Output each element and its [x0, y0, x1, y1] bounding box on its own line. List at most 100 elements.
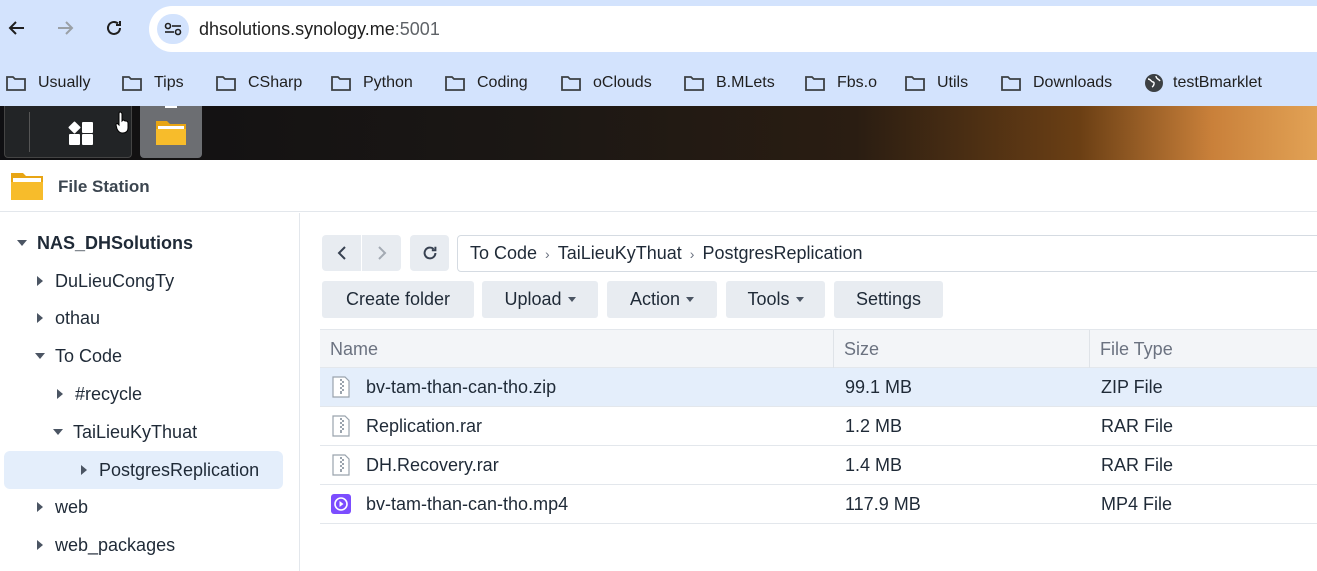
- table-row[interactable]: bv-tam-than-can-tho.mp4 117.9 MB MP4 Fil…: [320, 485, 1317, 524]
- caret-down-icon[interactable]: [34, 350, 46, 362]
- file-list-panel: To Code › TaiLieuKyThuat › PostgresRepli…: [301, 213, 1317, 571]
- arrow-right-icon: [58, 21, 74, 35]
- path-segment[interactable]: To Code: [470, 243, 537, 264]
- bookmark-python[interactable]: Python: [331, 69, 413, 97]
- tree-label: othau: [55, 307, 101, 328]
- tree-item-othau[interactable]: othau: [34, 299, 100, 337]
- globe-icon: [1145, 74, 1163, 92]
- folder-icon: [905, 76, 925, 91]
- chevron-right-icon: ›: [545, 245, 550, 262]
- upload-button[interactable]: Upload: [482, 281, 598, 318]
- tree-label: PostgresReplication: [99, 459, 260, 480]
- file-type: ZIP File: [1101, 376, 1163, 397]
- path-segment[interactable]: TaiLieuKyThuat: [558, 243, 682, 264]
- tree-label: web: [55, 496, 89, 517]
- column-header-name[interactable]: Name: [320, 330, 833, 368]
- forward-nav-button[interactable]: [362, 235, 401, 271]
- tree-item-dulieucongty[interactable]: DuLieuCongTy: [34, 262, 174, 300]
- chevron-right-icon: ›: [689, 245, 695, 262]
- main-menu-button[interactable]: [4, 106, 132, 158]
- reload-button[interactable]: [98, 12, 130, 44]
- file-name[interactable]: bv-tam-than-can-tho.zip: [366, 368, 556, 406]
- bookmark-label: Downloads: [1033, 74, 1113, 91]
- taskbar-file-station[interactable]: [140, 106, 202, 158]
- file-name[interactable]: DH.Recovery.rar: [366, 446, 499, 484]
- path-segment[interactable]: PostgresReplication: [702, 243, 862, 264]
- pointer-cursor-icon: [115, 111, 129, 134]
- button-label: Tools: [747, 289, 790, 309]
- bookmark-tips[interactable]: Tips: [122, 69, 184, 97]
- tree-label: TaiLieuKyThuat: [73, 421, 198, 442]
- active-indicator: [165, 106, 177, 108]
- caret-right-icon[interactable]: [34, 312, 46, 324]
- bookmark-coding[interactable]: Coding: [445, 69, 528, 97]
- bookmark-bmlets[interactable]: B.MLets: [684, 69, 775, 97]
- file-station-icon: [11, 173, 43, 200]
- caret-right-icon[interactable]: [78, 464, 90, 476]
- caret-down-icon: [795, 297, 804, 302]
- tree-label: NAS_DHSolutions: [37, 232, 194, 253]
- create-folder-button[interactable]: Create folder: [322, 281, 474, 318]
- chevron-left-icon: [337, 246, 346, 260]
- caret-down-icon: [567, 297, 576, 302]
- tune-icon: [164, 22, 182, 36]
- bookmark-downloads[interactable]: Downloads: [1001, 69, 1112, 97]
- bookmark-label: testBmarklet: [1173, 74, 1262, 91]
- file-grid-header: Name Size File Type: [320, 329, 1317, 368]
- rar-file-icon: [332, 415, 350, 437]
- url-port: :5001: [394, 19, 440, 39]
- main-menu-grid-icon: [68, 121, 93, 145]
- bookmark-utils[interactable]: Utils: [905, 69, 968, 97]
- caret-down-icon[interactable]: [16, 237, 28, 249]
- caret-right-icon[interactable]: [34, 275, 46, 287]
- settings-button[interactable]: Settings: [834, 281, 943, 318]
- tree-item-to-code[interactable]: To Code: [34, 337, 122, 375]
- table-row[interactable]: DH.Recovery.rar 1.4 MB RAR File: [320, 446, 1317, 485]
- bookmark-label: Coding: [477, 74, 528, 91]
- caret-right-icon[interactable]: [34, 501, 46, 513]
- address-bar[interactable]: dhsolutions.synology.me:5001: [149, 6, 1317, 52]
- url-text[interactable]: dhsolutions.synology.me:5001: [199, 19, 440, 40]
- bookmark-testbmarklet[interactable]: testBmarklet: [1144, 69, 1262, 97]
- tree-item-recycle[interactable]: #recycle: [54, 375, 142, 413]
- bookmark-label: Fbs.o: [837, 74, 878, 91]
- caret-right-icon[interactable]: [34, 539, 46, 551]
- zip-file-icon: [332, 376, 350, 398]
- folder-icon: [156, 121, 186, 145]
- column-header-file-type[interactable]: File Type: [1089, 330, 1317, 368]
- column-header-size[interactable]: Size: [833, 330, 1089, 368]
- caret-down-icon[interactable]: [52, 426, 64, 438]
- path-bar[interactable]: To Code › TaiLieuKyThuat › PostgresRepli…: [457, 235, 1317, 272]
- action-button[interactable]: Action: [607, 281, 717, 318]
- site-info-button[interactable]: [157, 14, 189, 44]
- reload-icon: [107, 20, 121, 35]
- tree-item-web[interactable]: web: [34, 488, 88, 526]
- bookmark-usually[interactable]: Usually: [6, 69, 90, 97]
- caret-right-icon[interactable]: [54, 388, 66, 400]
- tree-item-tailieukythuat[interactable]: TaiLieuKyThuat: [52, 413, 197, 451]
- dsm-taskbar: [0, 106, 1317, 160]
- bookmark-csharp[interactable]: CSharp: [216, 69, 302, 97]
- table-row[interactable]: bv-tam-than-can-tho.zip 99.1 MB ZIP File: [320, 368, 1317, 407]
- tree-root[interactable]: NAS_DHSolutions: [16, 224, 193, 262]
- forward-button[interactable]: [49, 12, 81, 44]
- file-name[interactable]: Replication.rar: [366, 407, 482, 445]
- file-type: MP4 File: [1101, 493, 1173, 514]
- column-label: Name: [330, 338, 379, 359]
- bookmark-oclouds[interactable]: oClouds: [561, 69, 652, 97]
- file-type: RAR File: [1101, 415, 1174, 436]
- refresh-button[interactable]: [410, 235, 449, 271]
- tools-button[interactable]: Tools: [726, 281, 825, 318]
- refresh-icon: [423, 246, 436, 260]
- file-size: 117.9 MB: [845, 493, 921, 514]
- back-nav-button[interactable]: [322, 235, 361, 271]
- tree-item-web-packages[interactable]: web_packages: [34, 526, 175, 564]
- back-button[interactable]: [1, 12, 33, 44]
- tree-item-postgresreplication[interactable]: PostgresReplication: [4, 451, 283, 489]
- table-row[interactable]: Replication.rar 1.2 MB RAR File: [320, 407, 1317, 446]
- file-name[interactable]: bv-tam-than-can-tho.mp4: [366, 485, 568, 523]
- chevron-right-icon: [377, 246, 386, 260]
- folder-icon: [445, 76, 465, 91]
- taskbar-divider: [29, 112, 30, 152]
- bookmark-fbso[interactable]: Fbs.o: [805, 69, 877, 97]
